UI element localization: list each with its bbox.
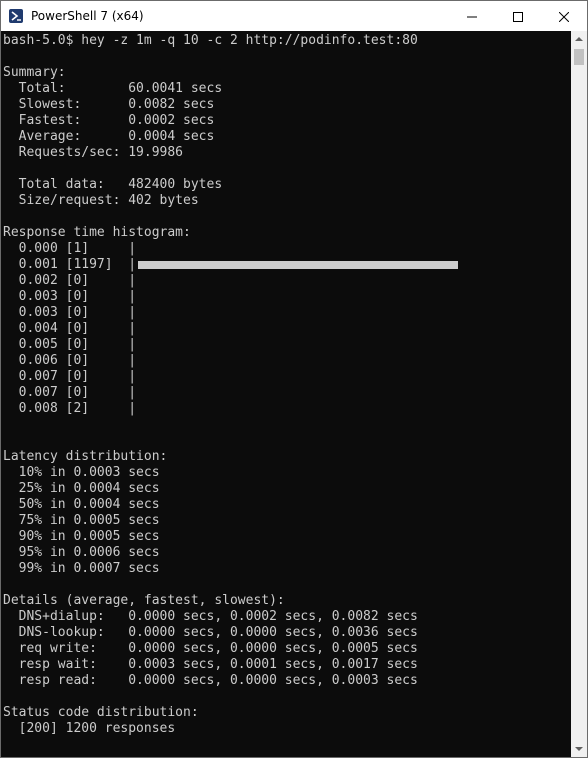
vertical-scrollbar[interactable] (571, 31, 587, 757)
powershell-window: PowerShell 7 (x64) bash-5.0$ hey -z 1m -… (0, 0, 588, 758)
window-title: PowerShell 7 (x64) (31, 9, 144, 23)
status-heading: Status code distribution: (3, 705, 199, 720)
histogram-row: 0.001 [1197] | (3, 257, 137, 272)
data-line: Size/request: 402 bytes (3, 193, 199, 208)
details-line: resp wait: 0.0003 secs, 0.0001 secs, 0.0… (3, 657, 418, 672)
maximize-icon (513, 7, 523, 26)
latency-line: 25% in 0.0004 secs (3, 481, 160, 496)
latency-line: 10% in 0.0003 secs (3, 465, 160, 480)
latency-line: 50% in 0.0004 secs (3, 497, 160, 512)
powershell-icon (9, 9, 23, 23)
histogram-row: 0.003 [0] | (3, 305, 137, 320)
terminal-output[interactable]: bash-5.0$ hey -z 1m -q 10 -c 2 http://po… (1, 31, 571, 757)
command-prompt-line: bash-5.0$ hey -z 1m -q 10 -c 2 http://po… (3, 33, 418, 48)
latency-line: 75% in 0.0005 secs (3, 513, 160, 528)
details-heading: Details (average, fastest, slowest): (3, 593, 285, 608)
histogram-bar (138, 261, 458, 269)
histogram-row: 0.002 [0] | (3, 273, 137, 288)
details-line: req write: 0.0000 secs, 0.0000 secs, 0.0… (3, 641, 418, 656)
details-line: DNS+dialup: 0.0000 secs, 0.0002 secs, 0.… (3, 609, 418, 624)
histogram-row: 0.000 [1] | (3, 241, 137, 256)
arrow-down-icon (571, 742, 587, 757)
histogram-row: 0.008 [2] | (3, 401, 137, 416)
scrollbar-thumb[interactable] (574, 49, 584, 65)
latency-line: 90% in 0.0005 secs (3, 529, 160, 544)
summary-line: Slowest: 0.0082 secs (3, 97, 215, 112)
summary-heading: Summary: (3, 65, 66, 80)
latency-line: 99% in 0.0007 secs (3, 561, 160, 576)
data-line: Total data: 482400 bytes (3, 177, 223, 192)
minimize-button[interactable] (449, 1, 495, 31)
details-line: resp read: 0.0000 secs, 0.0000 secs, 0.0… (3, 673, 418, 688)
histogram-row: 0.006 [0] | (3, 353, 137, 368)
close-icon (558, 7, 570, 26)
histogram-row: 0.007 [0] | (3, 385, 137, 400)
summary-line: Fastest: 0.0002 secs (3, 113, 215, 128)
close-button[interactable] (541, 1, 587, 31)
scroll-down-button[interactable] (571, 741, 587, 757)
details-line: DNS-lookup: 0.0000 secs, 0.0000 secs, 0.… (3, 625, 418, 640)
minimize-icon (467, 7, 477, 26)
status-line: [200] 1200 responses (3, 721, 176, 736)
histogram-row: 0.007 [0] | (3, 369, 137, 384)
maximize-button[interactable] (495, 1, 541, 31)
latency-line: 95% in 0.0006 secs (3, 545, 160, 560)
summary-line: Average: 0.0004 secs (3, 129, 215, 144)
summary-line: Total: 60.0041 secs (3, 81, 223, 96)
summary-line: Requests/sec: 19.9986 (3, 145, 184, 160)
scroll-up-button[interactable] (571, 31, 587, 47)
histogram-row: 0.005 [0] | (3, 337, 137, 352)
title-bar[interactable]: PowerShell 7 (x64) (1, 1, 587, 31)
histogram-heading: Response time histogram: (3, 225, 191, 240)
latency-heading: Latency distribution: (3, 449, 168, 464)
histogram-row: 0.004 [0] | (3, 321, 137, 336)
histogram-row: 0.003 [0] | (3, 289, 137, 304)
